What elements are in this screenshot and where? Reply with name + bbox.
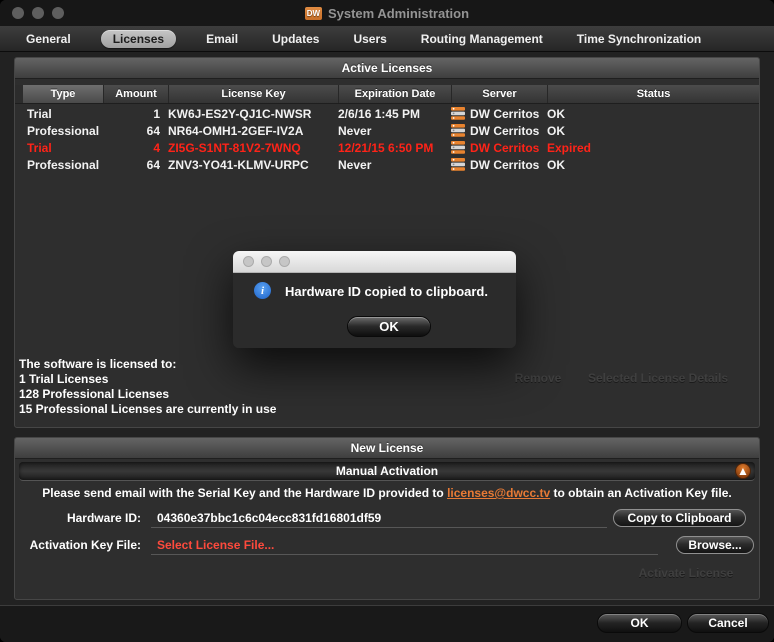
manual-activation-label: Manual Activation bbox=[335, 464, 439, 478]
hardware-id-label: Hardware ID: bbox=[66, 511, 141, 525]
summary-line: 1 Trial Licenses bbox=[19, 372, 109, 386]
summary-line: 15 Professional Licenses are currently i… bbox=[19, 402, 277, 416]
new-license-group: New License Manual Activation ▲ Please s… bbox=[14, 437, 760, 600]
info-circle-icon: i bbox=[254, 282, 271, 299]
tab-time-synchronization[interactable]: Time Synchronization bbox=[573, 30, 705, 48]
license-summary: The software is licensed to: 1 Trial Lic… bbox=[19, 357, 276, 417]
active-licenses-group: Active Licenses Type Amount License Key … bbox=[14, 57, 760, 428]
server-rack-icon bbox=[451, 158, 465, 171]
cancel-button[interactable]: Cancel bbox=[687, 613, 769, 633]
window-title: System Administration bbox=[327, 5, 470, 21]
new-license-header: New License bbox=[15, 438, 759, 459]
dw-logo-icon: DW bbox=[304, 6, 322, 20]
summary-line: The software is licensed to: bbox=[19, 357, 177, 371]
license-table-body: Trial 1 KW6J-ES2Y-QJ1C-NWSR 2/6/16 1:45 … bbox=[15, 105, 759, 173]
summary-line: 128 Professional Licenses bbox=[19, 387, 170, 401]
tab-updates[interactable]: Updates bbox=[268, 30, 323, 48]
dialog-zoom-icon[interactable] bbox=[279, 256, 290, 267]
column-header-status[interactable]: Status bbox=[547, 85, 759, 103]
new-license-title: New License bbox=[350, 441, 424, 455]
activation-instruction: Please send email with the Serial Key an… bbox=[42, 486, 732, 500]
server-rack-icon bbox=[451, 141, 465, 154]
server-rack-icon bbox=[451, 107, 465, 120]
column-header-license-key[interactable]: License Key bbox=[168, 85, 338, 103]
table-row[interactable]: Trial 1 KW6J-ES2Y-QJ1C-NWSR 2/6/16 1:45 … bbox=[15, 105, 759, 122]
tab-general[interactable]: General bbox=[22, 30, 75, 48]
table-row[interactable]: Trial 4 ZI5G-S1NT-81V2-7WNQ 12/21/15 6:5… bbox=[15, 139, 759, 156]
table-row[interactable]: Professional 64 NR64-OMH1-2GEF-IV2A Neve… bbox=[15, 122, 759, 139]
tab-email[interactable]: Email bbox=[202, 30, 242, 48]
ok-button[interactable]: OK bbox=[597, 613, 682, 633]
dialog-minimize-icon[interactable] bbox=[261, 256, 272, 267]
table-row[interactable]: Professional 64 ZNV3-YO41-KLMV-URPC Neve… bbox=[15, 156, 759, 173]
minimize-icon[interactable] bbox=[32, 7, 44, 19]
tab-bar: General Licenses Email Updates Users Rou… bbox=[0, 26, 774, 52]
zoom-icon[interactable] bbox=[52, 7, 64, 19]
active-licenses-header: Active Licenses bbox=[15, 58, 759, 79]
column-header-type[interactable]: Type bbox=[23, 85, 103, 103]
hardware-id-field[interactable]: 04360e37bbc1c6c04ecc831fd16801df59 bbox=[151, 509, 607, 528]
column-header-server[interactable]: Server bbox=[451, 85, 547, 103]
window-controls bbox=[12, 7, 64, 19]
column-header-amount[interactable]: Amount bbox=[103, 85, 168, 103]
activation-key-file-row: Activation Key File: Select License File… bbox=[15, 535, 759, 555]
copy-to-clipboard-button[interactable]: Copy to Clipboard bbox=[613, 509, 746, 527]
dialog-titlebar bbox=[233, 251, 516, 273]
dialog-message: Hardware ID copied to clipboard. bbox=[285, 284, 488, 299]
activate-license-button[interactable]: Activate License bbox=[601, 566, 771, 580]
selected-license-details-button[interactable]: Selected License Details bbox=[568, 371, 748, 385]
tab-routing-management[interactable]: Routing Management bbox=[417, 30, 547, 48]
triangle-up-icon[interactable]: ▲ bbox=[735, 463, 751, 479]
hardware-id-row: Hardware ID: 04360e37bbc1c6c04ecc831fd16… bbox=[15, 508, 759, 528]
license-file-field[interactable]: Select License File... bbox=[151, 536, 658, 555]
active-licenses-title: Active Licenses bbox=[341, 61, 433, 75]
footer-bar: OK Cancel bbox=[0, 605, 774, 642]
tab-users[interactable]: Users bbox=[349, 30, 390, 48]
titlebar: DW System Administration bbox=[0, 0, 774, 26]
activation-key-file-label: Activation Key File: bbox=[29, 538, 141, 552]
clipboard-dialog: i Hardware ID copied to clipboard. OK bbox=[233, 251, 516, 348]
manual-activation-section[interactable]: Manual Activation ▲ bbox=[19, 462, 755, 481]
licenses-email-link[interactable]: licenses@dwcc.tv bbox=[447, 486, 550, 500]
browse-button[interactable]: Browse... bbox=[676, 536, 754, 554]
dialog-ok-button[interactable]: OK bbox=[347, 316, 431, 337]
server-rack-icon bbox=[451, 124, 465, 137]
close-icon[interactable] bbox=[12, 7, 24, 19]
license-table-header: Type Amount License Key Expiration Date … bbox=[15, 85, 759, 104]
system-administration-window: DW System Administration General License… bbox=[0, 0, 774, 642]
dialog-body: i Hardware ID copied to clipboard. OK bbox=[233, 273, 516, 348]
tab-licenses[interactable]: Licenses bbox=[100, 29, 177, 48]
dialog-close-icon[interactable] bbox=[243, 256, 254, 267]
column-header-expiration-date[interactable]: Expiration Date bbox=[338, 85, 451, 103]
